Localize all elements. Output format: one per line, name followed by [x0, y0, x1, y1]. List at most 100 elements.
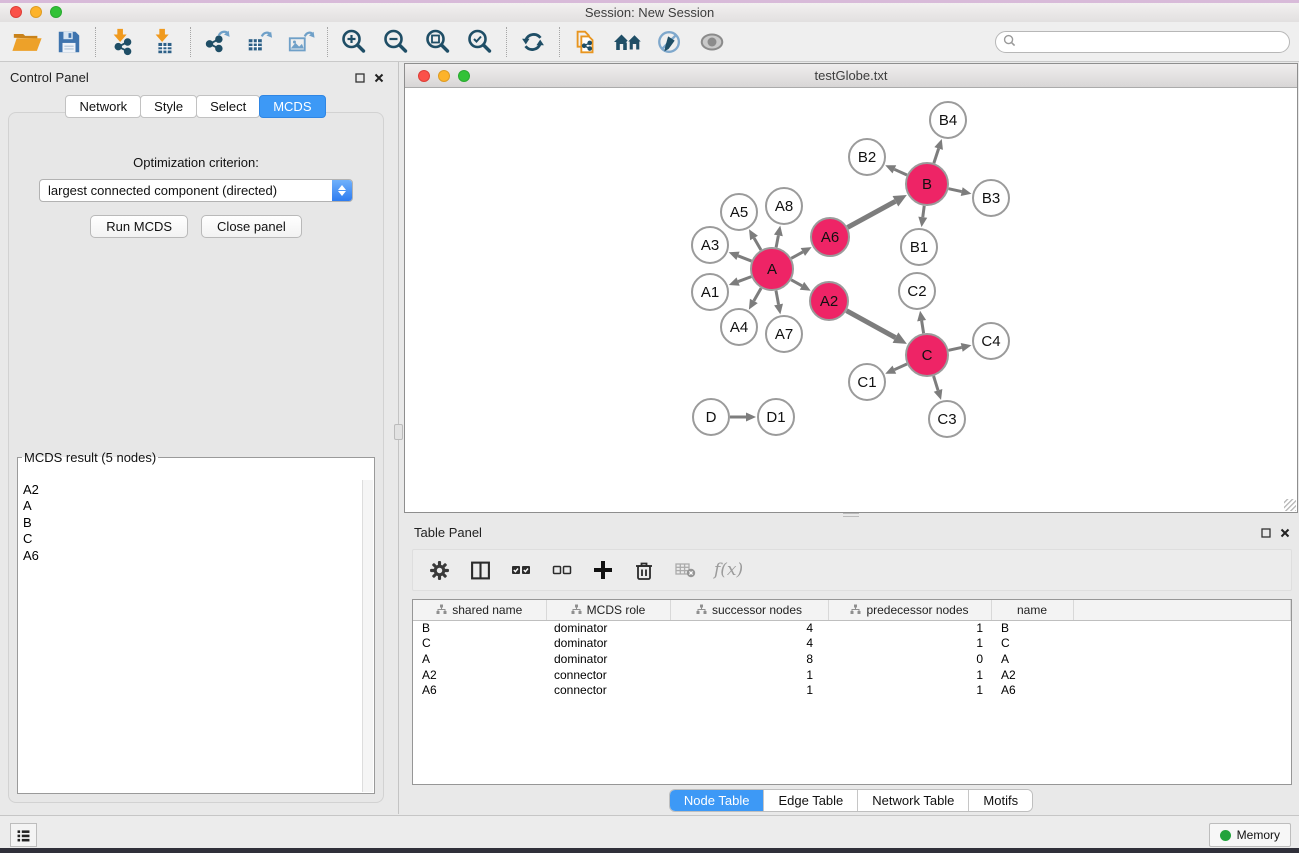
- table-cell[interactable]: A2: [413, 667, 546, 683]
- column-header-predecessor-nodes[interactable]: predecessor nodes: [828, 600, 991, 620]
- tab-network-table[interactable]: Network Table: [857, 790, 968, 811]
- table-cell[interactable]: B: [991, 620, 1073, 636]
- table-cell[interactable]: 1: [670, 682, 828, 698]
- graph-edge-C-C4[interactable]: [948, 347, 961, 350]
- mcds-result-item[interactable]: B: [20, 515, 361, 531]
- table-cell[interactable]: C: [991, 636, 1073, 652]
- table-cell[interactable]: connector: [546, 682, 670, 698]
- deselect-all-icon[interactable]: [550, 558, 574, 582]
- zoom-in-icon[interactable]: [333, 24, 375, 60]
- search-input[interactable]: [1016, 33, 1289, 51]
- search-field[interactable]: [995, 31, 1290, 53]
- network-canvas[interactable]: AA1A2A3A4A5A6A7A8BB1B2B3B4CC1C2C3C4DD1: [405, 88, 1297, 512]
- refresh-icon[interactable]: [512, 24, 554, 60]
- task-history-button[interactable]: [10, 823, 37, 847]
- table-cell[interactable]: 4: [670, 620, 828, 636]
- table-cell[interactable]: 1: [828, 667, 991, 683]
- table-cell[interactable]: connector: [546, 667, 670, 683]
- node-table[interactable]: shared nameMCDS rolesuccessor nodesprede…: [412, 599, 1292, 785]
- table-cell[interactable]: dominator: [546, 651, 670, 667]
- mcds-result-item[interactable]: A6: [20, 548, 361, 564]
- run-mcds-button[interactable]: Run MCDS: [90, 215, 188, 238]
- delete-columns-icon[interactable]: [632, 558, 656, 582]
- graph-edge-B-B4[interactable]: [934, 149, 939, 164]
- table-cell[interactable]: A: [991, 651, 1073, 667]
- export-table-icon[interactable]: [238, 24, 280, 60]
- memory-button[interactable]: Memory: [1209, 823, 1291, 847]
- table-cell[interactable]: A6: [413, 682, 546, 698]
- table-cell[interactable]: 4: [670, 636, 828, 652]
- new-network-from-selection-icon[interactable]: [565, 24, 607, 60]
- graph-edge-A2-C[interactable]: [847, 311, 896, 338]
- tab-select[interactable]: Select: [196, 95, 260, 118]
- graph-edge-A-A1[interactable]: [738, 277, 751, 282]
- select-all-icon[interactable]: [509, 558, 533, 582]
- open-session-icon[interactable]: [6, 24, 48, 60]
- column-header-name[interactable]: name: [991, 600, 1073, 620]
- tab-node-table[interactable]: Node Table: [670, 790, 764, 811]
- vertical-splitter-handle[interactable]: [394, 424, 403, 440]
- zoom-fit-icon[interactable]: [417, 24, 459, 60]
- column-header-successor-nodes[interactable]: successor nodes: [670, 600, 828, 620]
- graph-edge-B-B2[interactable]: [894, 169, 907, 175]
- table-cell[interactable]: 1: [828, 682, 991, 698]
- close-panel-button[interactable]: Close panel: [201, 215, 302, 238]
- tab-motifs[interactable]: Motifs: [968, 790, 1032, 811]
- table-cell[interactable]: C: [413, 636, 546, 652]
- optimization-criterion-dropdown[interactable]: largest connected component (directed): [39, 179, 353, 202]
- close-panel-icon[interactable]: [374, 71, 384, 86]
- graph-edge-A-A2[interactable]: [791, 280, 802, 286]
- table-cell[interactable]: dominator: [546, 636, 670, 652]
- graph-edge-B-B1[interactable]: [923, 206, 924, 217]
- mcds-result-scrollbar[interactable]: [362, 480, 373, 792]
- graph-edge-A-A4[interactable]: [754, 288, 761, 301]
- show-graphics-details-icon[interactable]: [691, 24, 733, 60]
- mcds-result-item[interactable]: C: [20, 531, 361, 547]
- table-cell[interactable]: 1: [828, 620, 991, 636]
- import-table-icon[interactable]: [143, 24, 185, 60]
- home-icon[interactable]: [607, 24, 649, 60]
- show-columns-icon[interactable]: [468, 558, 492, 582]
- zoom-window-button[interactable]: [50, 6, 62, 18]
- export-image-icon[interactable]: [280, 24, 322, 60]
- delete-table-icon[interactable]: [673, 558, 697, 582]
- function-builder-icon[interactable]: f(x): [714, 558, 743, 582]
- graph-edge-A6-B[interactable]: [848, 201, 896, 227]
- graph-edge-A-A3[interactable]: [738, 256, 752, 261]
- tab-edge-table[interactable]: Edge Table: [763, 790, 857, 811]
- network-window-titlebar[interactable]: testGlobe.txt: [405, 64, 1297, 88]
- table-settings-gear-icon[interactable]: [427, 558, 451, 582]
- table-cell[interactable]: 1: [670, 667, 828, 683]
- table-cell[interactable]: B: [413, 620, 546, 636]
- zoom-network-window-button[interactable]: [458, 70, 470, 82]
- table-cell[interactable]: A6: [991, 682, 1073, 698]
- mcds-result-item[interactable]: A: [20, 498, 361, 514]
- table-cell[interactable]: 1: [828, 636, 991, 652]
- column-header-MCDS-role[interactable]: MCDS role: [546, 600, 670, 620]
- minimize-network-window-button[interactable]: [438, 70, 450, 82]
- tab-mcds[interactable]: MCDS: [259, 95, 325, 118]
- graph-edge-C-C3[interactable]: [934, 376, 938, 390]
- zoom-out-icon[interactable]: [375, 24, 417, 60]
- float-panel-icon[interactable]: [1261, 526, 1271, 541]
- window-resize-grip[interactable]: [1284, 499, 1296, 511]
- close-network-window-button[interactable]: [418, 70, 430, 82]
- graph-edge-C-C2[interactable]: [922, 321, 924, 334]
- graph-edge-A-A7[interactable]: [776, 291, 779, 305]
- close-window-button[interactable]: [10, 6, 22, 18]
- minimize-window-button[interactable]: [30, 6, 42, 18]
- float-panel-icon[interactable]: [355, 71, 365, 86]
- table-cell[interactable]: 0: [828, 651, 991, 667]
- graph-edge-C-C1[interactable]: [894, 364, 907, 370]
- graph-edge-A-A6[interactable]: [791, 252, 803, 258]
- graph-edge-B-B3[interactable]: [948, 189, 961, 192]
- graph-edge-A-A5[interactable]: [754, 238, 761, 250]
- import-network-icon[interactable]: [101, 24, 143, 60]
- zoom-selected-icon[interactable]: [459, 24, 501, 60]
- tab-network[interactable]: Network: [65, 95, 141, 118]
- save-session-icon[interactable]: [48, 24, 90, 60]
- hide-graphics-details-icon[interactable]: [649, 24, 691, 60]
- graph-edge-A-A8[interactable]: [776, 235, 778, 247]
- tab-style[interactable]: Style: [140, 95, 197, 118]
- column-header-shared-name[interactable]: shared name: [413, 600, 546, 620]
